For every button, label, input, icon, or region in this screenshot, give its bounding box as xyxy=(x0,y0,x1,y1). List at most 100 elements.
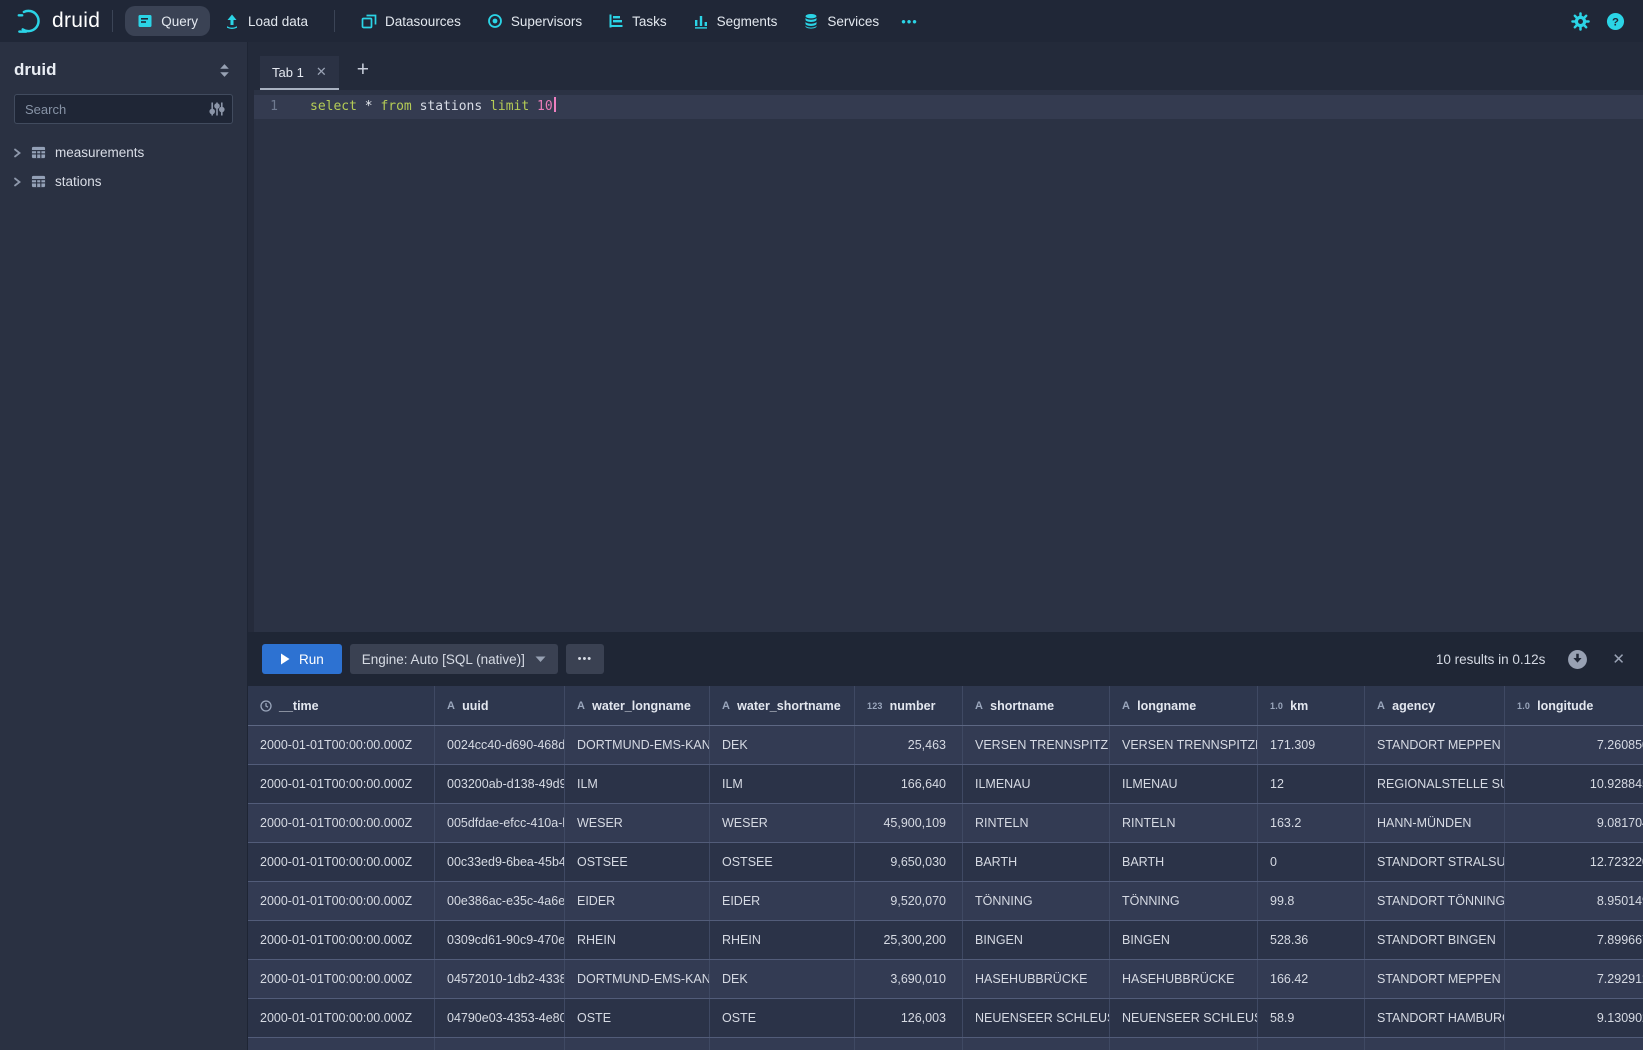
sidebar-table-measurements[interactable]: measurements xyxy=(0,138,247,167)
column-name: uuid xyxy=(462,699,488,713)
table-row: 2000-01-01T00:00:00.000Z0024cc40-d690-46… xyxy=(248,726,1643,765)
sql-editor[interactable]: 1 select * from stations limit 10 xyxy=(248,90,1643,632)
column-header-uuid[interactable]: Auuid xyxy=(435,686,565,725)
column-header-water-shortname[interactable]: Awater_shortname xyxy=(710,686,855,725)
cell-water-shortname: OSTSEE xyxy=(710,843,855,881)
nav-item-segments[interactable]: Segments xyxy=(681,6,790,36)
column-header-shortname[interactable]: Ashortname xyxy=(963,686,1110,725)
nav-item-datasources[interactable]: Datasources xyxy=(349,6,473,36)
nav-item-label: Segments xyxy=(717,14,778,29)
cell-km xyxy=(1258,1038,1365,1050)
nav-item-load-data[interactable]: Load data xyxy=(212,6,320,36)
sidebar-table-stations[interactable]: stations xyxy=(0,167,247,196)
cell-uuid xyxy=(435,1038,565,1050)
tab-tab-1[interactable]: Tab 1 ✕ xyxy=(260,56,339,90)
tab-label: Tab 1 xyxy=(272,65,304,80)
filter-sliders-icon[interactable] xyxy=(209,101,225,117)
sql-token-keyword: from xyxy=(380,99,411,114)
column-header-agency[interactable]: Aagency xyxy=(1365,686,1505,725)
cell-water-shortname xyxy=(710,1038,855,1050)
sql-token-keyword: select xyxy=(310,99,357,114)
table-label: measurements xyxy=(55,145,144,160)
cell-longitude: 7.260850 xyxy=(1505,726,1643,764)
close-results-icon[interactable]: ✕ xyxy=(1612,650,1625,668)
cell-km: 12 xyxy=(1258,765,1365,803)
top-navbar: druid Query Load data Datasources Superviso… xyxy=(0,0,1643,42)
cell-uuid: 005dfdae-efcc-410a-bf1 xyxy=(435,804,565,842)
table-row: 2000-01-01T00:00:00.000Z04790e03-4353-4e… xyxy=(248,999,1643,1038)
nav-item-query[interactable]: Query xyxy=(125,6,210,36)
cell--time: 2000-01-01T00:00:00.000Z xyxy=(248,765,435,803)
column-name: km xyxy=(1290,699,1308,713)
nav-item-tasks[interactable]: Tasks xyxy=(596,6,679,36)
cell-water-shortname: WESER xyxy=(710,804,855,842)
cell-water-shortname: ILM xyxy=(710,765,855,803)
nav-item-services[interactable]: Services xyxy=(791,6,891,36)
cell-number: 9,520,070 xyxy=(855,882,963,920)
download-icon[interactable] xyxy=(1567,649,1588,670)
chevron-right-icon[interactable] xyxy=(12,177,22,187)
cell-shortname: VERSEN TRENNSPITZE xyxy=(963,726,1110,764)
column-header--time[interactable]: __time xyxy=(248,686,435,725)
cell-longitude: 9.081704 xyxy=(1505,804,1643,842)
run-button[interactable]: Run xyxy=(262,644,342,674)
cell-shortname: HASEHUBBRÜCKE xyxy=(963,960,1110,998)
cell--time: 2000-01-01T00:00:00.000Z xyxy=(248,882,435,920)
navbar-divider xyxy=(334,10,335,32)
string-type-icon: A xyxy=(577,700,585,712)
sql-token-keyword: limit xyxy=(490,99,529,114)
chevron-right-icon[interactable] xyxy=(12,148,22,158)
cell-agency: STANDORT MEPPEN xyxy=(1365,726,1505,764)
druid-logo[interactable]: druid xyxy=(16,8,100,35)
cell-shortname: ILMENAU xyxy=(963,765,1110,803)
tab-bar: Tab 1 ✕ + xyxy=(248,42,1643,90)
cell-longname: ILMENAU xyxy=(1110,765,1258,803)
new-tab-button[interactable]: + xyxy=(357,58,369,82)
cell-water-longname: RHEIN xyxy=(565,921,710,959)
column-header-water-longname[interactable]: Awater_longname xyxy=(565,686,710,725)
cell--time xyxy=(248,1038,435,1050)
number-type-icon: 123 xyxy=(867,701,883,711)
cell-agency xyxy=(1365,1038,1505,1050)
sql-code-line[interactable]: select * from stations limit 10 xyxy=(288,95,556,119)
cell-water-longname: DORTMUND-EMS-KANAL xyxy=(565,960,710,998)
sql-token-number: 10 xyxy=(537,99,553,114)
cell--time: 2000-01-01T00:00:00.000Z xyxy=(248,726,435,764)
nav-item-supervisors[interactable]: Supervisors xyxy=(475,6,594,36)
text-cursor xyxy=(554,97,556,112)
cell-km: 0 xyxy=(1258,843,1365,881)
double-caret-icon[interactable] xyxy=(218,63,231,78)
table-row: 2000-01-01T00:00:00.000Z0309cd61-90c9-47… xyxy=(248,921,1643,960)
cell-water-shortname: EIDER xyxy=(710,882,855,920)
cell-agency: STANDORT STRALSUND xyxy=(1365,843,1505,881)
play-icon xyxy=(280,653,290,665)
cell-longitude: 10.928845 xyxy=(1505,765,1643,803)
engine-select[interactable]: Engine: Auto [SQL (native)] xyxy=(350,644,558,674)
nav-item-label: Query xyxy=(161,14,198,29)
navbar-overflow-button[interactable]: ••• xyxy=(891,14,928,29)
cell-longitude: 8.950149 xyxy=(1505,882,1643,920)
cell-shortname: BINGEN xyxy=(963,921,1110,959)
cell-uuid: 04572010-1db2-4338-85 xyxy=(435,960,565,998)
svg-text:?: ? xyxy=(1612,16,1619,28)
column-name: shortname xyxy=(990,699,1054,713)
column-header-longname[interactable]: Alongname xyxy=(1110,686,1258,725)
nav-item-label: Supervisors xyxy=(511,14,582,29)
column-header-longitude[interactable]: 1.0longitude xyxy=(1505,686,1643,725)
cell--time: 2000-01-01T00:00:00.000Z xyxy=(248,804,435,842)
table-row: 2000-01-01T00:00:00.000Z00e386ac-e35c-4a… xyxy=(248,882,1643,921)
gear-icon[interactable] xyxy=(1571,12,1590,31)
table-icon xyxy=(31,174,46,189)
help-icon[interactable]: ? xyxy=(1606,12,1625,31)
column-header-km[interactable]: 1.0km xyxy=(1258,686,1365,725)
column-header-number[interactable]: 123number xyxy=(855,686,963,725)
cell-longname: BINGEN xyxy=(1110,921,1258,959)
cell-longitude: 12.723220 xyxy=(1505,843,1643,881)
tab-close-icon[interactable]: ✕ xyxy=(316,64,327,80)
search-input[interactable] xyxy=(14,94,233,124)
druid-logo-icon xyxy=(16,8,43,35)
query-more-button[interactable]: ••• xyxy=(566,644,604,674)
services-icon xyxy=(803,13,819,29)
cell-longname: RINTELN xyxy=(1110,804,1258,842)
table-row: 2000-01-01T00:00:00.000Z00c33ed9-6bea-45… xyxy=(248,843,1643,882)
